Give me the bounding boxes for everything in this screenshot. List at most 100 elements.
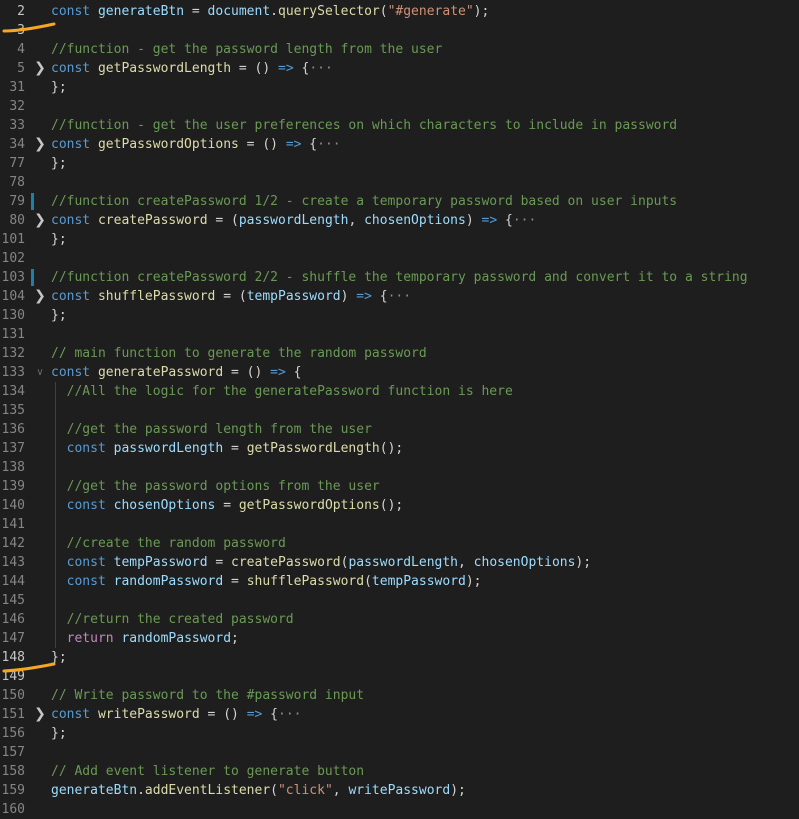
code-line[interactable]: 104 ❯ const shufflePassword = (tempPasswor…: [0, 287, 799, 306]
code-line[interactable]: 2 const generateBtn = document.querySelec…: [0, 2, 799, 21]
code-token: =>: [285, 137, 302, 152]
code-line[interactable]: 132 // main function to generate the rand…: [0, 344, 799, 363]
code-line[interactable]: 101};: [0, 230, 799, 249]
code-line[interactable]: 150 // Write password to the #password in…: [0, 686, 799, 705]
code-line[interactable]: 144 const randomPassword = shufflePasswo…: [0, 572, 799, 591]
code-token: {: [293, 61, 310, 76]
line-number: 135: [1, 403, 25, 418]
code-line[interactable]: 158 // Add event listener to generate but…: [0, 762, 799, 781]
code-token: );: [575, 555, 592, 570]
code-line[interactable]: 33 //function - get the user preferences …: [0, 116, 799, 135]
line-number: 144: [1, 574, 25, 589]
code-line[interactable]: 77};: [0, 154, 799, 173]
code-token: //return the created password: [66, 612, 294, 627]
code-line[interactable]: 130};: [0, 306, 799, 325]
code-line[interactable]: 136 //get the password length from the u…: [0, 420, 799, 439]
line-number: 103: [1, 270, 25, 285]
code-line[interactable]: 142 //create the random password: [0, 534, 799, 553]
code-token: const: [51, 61, 91, 76]
code-token: "click": [277, 783, 333, 798]
code-token: };: [51, 308, 67, 323]
chevron-right-icon[interactable]: ❯: [33, 287, 47, 306]
folded-ellipsis[interactable]: ···: [309, 61, 332, 76]
code-token: ): [340, 289, 357, 304]
code-line[interactable]: 148};: [0, 648, 799, 667]
code-line[interactable]: 79 //function createPassword 1/2 - create…: [0, 192, 799, 211]
chevron-down-icon[interactable]: ∨: [33, 363, 47, 382]
code-token: =: [184, 4, 208, 19]
folded-ellipsis[interactable]: ···: [388, 289, 411, 304]
code-editor[interactable]: 2 const generateBtn = document.querySelec…: [0, 2, 799, 819]
code-line[interactable]: 141: [0, 515, 799, 534]
code-line[interactable]: 138: [0, 458, 799, 477]
code-line[interactable]: 31};: [0, 78, 799, 97]
chevron-right-icon[interactable]: ❯: [33, 59, 47, 78]
code-line[interactable]: 34 ❯ const getPasswordOptions = () => {···: [0, 135, 799, 154]
line-number: 157: [1, 745, 25, 760]
code-token: const: [66, 498, 106, 513]
code-token: const: [51, 707, 91, 722]
code-line[interactable]: 156};: [0, 724, 799, 743]
code-token: ,: [458, 555, 474, 570]
code-line[interactable]: 147 return randomPassword;: [0, 629, 799, 648]
code-line[interactable]: 139 //get the password options from the …: [0, 477, 799, 496]
folded-ellipsis[interactable]: ···: [278, 707, 301, 722]
line-number: 31: [9, 80, 25, 95]
code-line[interactable]: 4 //function - get the password length fr…: [0, 40, 799, 59]
code-token: // Write password to the #password input: [51, 688, 365, 703]
line-number: 156: [1, 726, 25, 741]
code-line[interactable]: 102: [0, 249, 799, 268]
code-token: addEventListener: [144, 783, 271, 798]
code-line[interactable]: 134 //All the logic for the generatePass…: [0, 382, 799, 401]
folded-ellipsis[interactable]: ···: [317, 137, 340, 152]
code-token: writePassword: [97, 707, 200, 722]
line-number: 143: [1, 555, 25, 570]
modified-line-marker[interactable]: [31, 269, 34, 286]
code-line[interactable]: 5 ❯ const getPasswordLength = () => {···: [0, 59, 799, 78]
code-line[interactable]: 80 ❯ const createPassword = (passwordLengt…: [0, 211, 799, 230]
code-token: = (): [199, 707, 247, 722]
chevron-right-icon[interactable]: ❯: [33, 211, 47, 230]
code-line[interactable]: 78: [0, 173, 799, 192]
code-line[interactable]: 140 const chosenOptions = getPasswordOpt…: [0, 496, 799, 515]
code-line[interactable]: 143 const tempPassword = createPassword(…: [0, 553, 799, 572]
code-line[interactable]: 146 //return the created password: [0, 610, 799, 629]
modified-line-marker[interactable]: [31, 193, 34, 210]
chevron-right-icon[interactable]: ❯: [33, 135, 47, 154]
code-token: createPassword: [231, 555, 341, 570]
code-line[interactable]: 135: [0, 401, 799, 420]
code-text: };: [51, 78, 67, 97]
code-token: randomPassword: [121, 631, 232, 646]
code-text: };: [51, 230, 67, 249]
code-text: //All the logic for the generatePassword…: [51, 382, 513, 401]
code-token: querySelector: [278, 4, 380, 19]
code-text: const generateBtn = document.querySelect…: [51, 2, 489, 21]
code-token: //get the password length from the user: [66, 422, 372, 437]
code-line[interactable]: 145: [0, 591, 799, 610]
code-token: );: [473, 4, 490, 19]
code-text: //function createPassword 1/2 - create a…: [51, 192, 677, 211]
code-token: const: [66, 574, 106, 589]
code-token: //function createPassword 1/2 - create a…: [51, 194, 678, 209]
code-line[interactable]: 131: [0, 325, 799, 344]
code-line[interactable]: 149: [0, 667, 799, 686]
code-line[interactable]: 151 ❯ const writePassword = () => {···: [0, 705, 799, 724]
code-token: shufflePassword: [97, 289, 216, 304]
code-token: generateBtn: [97, 4, 185, 19]
code-line[interactable]: 159 generateBtn.addEventListener("click",…: [0, 781, 799, 800]
code-line[interactable]: 133 ∨ const generatePassword = () => {: [0, 363, 799, 382]
code-token: };: [51, 156, 67, 171]
folded-ellipsis[interactable]: ···: [513, 213, 536, 228]
code-line[interactable]: 32: [0, 97, 799, 116]
code-token: (: [364, 574, 372, 589]
code-line[interactable]: 103 //function createPassword 2/2 - shuff…: [0, 268, 799, 287]
code-line[interactable]: 160: [0, 800, 799, 819]
chevron-right-icon[interactable]: ❯: [33, 705, 47, 724]
code-line[interactable]: 157: [0, 743, 799, 762]
code-text: const randomPassword = shufflePassword(t…: [51, 572, 482, 591]
code-token: =: [223, 574, 247, 589]
code-line[interactable]: 137 const passwordLength = getPasswordLe…: [0, 439, 799, 458]
code-line[interactable]: 3: [0, 21, 799, 40]
